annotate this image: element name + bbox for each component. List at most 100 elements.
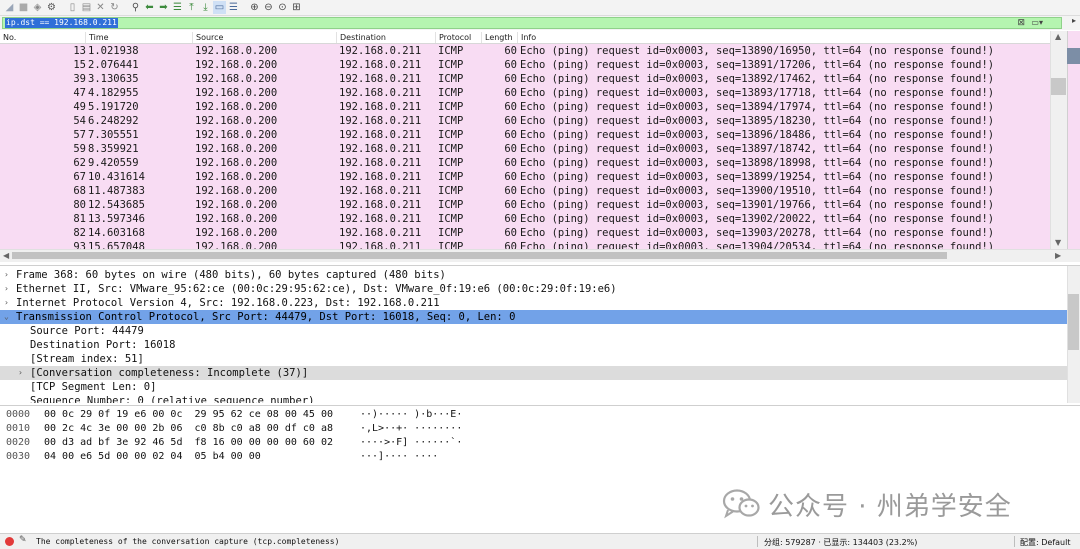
detail-tree-item[interactable]: › [Conversation completeness: Incomplete … (0, 366, 1067, 380)
resize-columns-icon[interactable]: ⊞ (290, 1, 303, 14)
detail-item-text: [TCP Segment Len: 0] (30, 381, 157, 393)
scroll-left-icon[interactable]: ◀ (3, 252, 9, 260)
column-header-protocol[interactable]: Protocol (436, 32, 482, 43)
edit-comment-icon[interactable]: ✎ (19, 535, 27, 545)
scroll-down-icon[interactable]: ▼ (1055, 239, 1061, 247)
packet-row[interactable]: 57 7.305551 192.168.0.200 192.168.0.211 ICMP… (0, 128, 1050, 142)
packet-list-scroll-thumb[interactable] (1051, 78, 1066, 95)
hex-row[interactable]: 0020 00 d3 ad bf 3e 92 46 5d f8 16 00 00 … (0, 436, 600, 450)
column-header-info[interactable]: Info (518, 32, 1050, 43)
packet-row[interactable]: 68 11.487383 192.168.0.200 192.168.0.211 ICM… (0, 184, 1050, 198)
packet-time: 7.305551 (88, 129, 139, 141)
detail-tree-item[interactable]: Source Port: 44479 (0, 324, 1067, 338)
packet-list-horizontal-scroll-thumb[interactable] (12, 252, 947, 259)
colorize-icon[interactable]: ☰ (227, 1, 240, 14)
last-packet-icon[interactable]: ⤓ (199, 1, 212, 14)
detail-tree-item[interactable]: [Stream index: 51] (0, 352, 1067, 366)
detail-tree-item[interactable]: › Internet Protocol Version 4, Src: 192.1… (0, 296, 1067, 310)
autoscroll-icon[interactable]: ▭ (213, 1, 226, 14)
packet-row[interactable]: 49 5.191720 192.168.0.200 192.168.0.211 ICMP… (0, 100, 1050, 114)
packet-time: 1.021938 (88, 45, 139, 57)
go-to-packet-icon[interactable]: ☰ (171, 1, 184, 14)
collapsed-arrow-icon[interactable]: › (18, 366, 28, 380)
packet-row[interactable]: 54 6.248292 192.168.0.200 192.168.0.211 ICMP… (0, 114, 1050, 128)
hex-row[interactable]: 0030 04 00 e6 5d 00 00 02 04 05 b4 00 00 ·… (0, 450, 600, 464)
shark-fin-icon[interactable]: ◢ (3, 1, 16, 14)
first-packet-icon[interactable]: ⤒ (185, 1, 198, 14)
packet-length: 60 (504, 199, 517, 211)
packet-length: 60 (504, 115, 517, 127)
expert-info-icon[interactable] (5, 537, 14, 546)
packet-row[interactable]: 13 1.021938 192.168.0.200 192.168.0.211 ICMP… (0, 44, 1050, 58)
minimap-viewport-marker[interactable] (1067, 48, 1080, 64)
detail-tree-item[interactable]: Sequence Number: 0 (relative sequence nu… (0, 394, 1067, 403)
expanded-arrow-icon[interactable]: ⌄ (4, 310, 14, 324)
packet-protocol: ICMP (438, 59, 464, 71)
stop-icon[interactable]: ■ (17, 1, 30, 14)
detail-tree-item[interactable]: ⌄ Transmission Control Protocol, Src Port… (0, 310, 1067, 324)
packet-time: 10.431614 (88, 171, 145, 183)
packet-protocol: ICMP (438, 45, 464, 57)
detail-tree-item[interactable]: › Frame 368: 60 bytes on wire (480 bits),… (0, 268, 1067, 282)
collapsed-arrow-icon[interactable]: › (4, 282, 14, 296)
go-forward-icon[interactable]: ➡ (157, 1, 170, 14)
save-icon[interactable]: ▤ (80, 1, 93, 14)
column-header-time[interactable]: Time (86, 32, 193, 43)
go-back-icon[interactable]: ⬅ (143, 1, 156, 14)
collapsed-arrow-icon[interactable]: › (4, 296, 14, 310)
hex-ascii: ···]···· ···· (360, 451, 439, 462)
packet-length: 60 (504, 45, 517, 57)
filter-history-dropdown-icon[interactable]: ▭▾ (1031, 18, 1043, 28)
apply-filter-arrow-icon[interactable]: ▸ (1072, 16, 1076, 26)
packet-row[interactable]: 67 10.431614 192.168.0.200 192.168.0.211 ICM… (0, 170, 1050, 184)
column-header-destination[interactable]: Destination (337, 32, 436, 43)
zoom-in-icon[interactable]: ⊕ (248, 1, 261, 14)
profile-selector[interactable]: 配置: Default (1020, 537, 1070, 548)
watermark-text: 公众号 · 州弟学安全 (768, 491, 1012, 522)
detail-tree-item[interactable]: [TCP Segment Len: 0] (0, 380, 1067, 394)
packet-info: Echo (ping) request id=0x0003, seq=13893… (520, 87, 995, 99)
packet-row[interactable]: 82 14.603168 192.168.0.200 192.168.0.211 ICM… (0, 226, 1050, 240)
wechat-logo-icon (722, 489, 760, 519)
packet-row[interactable]: 59 8.359921 192.168.0.200 192.168.0.211 ICMP… (0, 142, 1050, 156)
packet-time: 4.182955 (88, 87, 139, 99)
find-icon[interactable]: ⚲ (129, 1, 142, 14)
hex-row[interactable]: 0010 00 2c 4c 3e 00 00 2b 06 c0 8b c0 a8 … (0, 422, 600, 436)
packet-protocol: ICMP (438, 143, 464, 155)
packet-row[interactable]: 81 13.597346 192.168.0.200 192.168.0.211 ICM… (0, 212, 1050, 226)
scroll-up-icon[interactable]: ▲ (1055, 33, 1061, 41)
hex-offset: 0000 (6, 409, 31, 420)
clear-filter-icon[interactable]: ⊠ (1017, 18, 1025, 28)
open-file-icon[interactable]: ▯ (66, 1, 79, 14)
hex-row[interactable]: 0000 00 0c 29 0f 19 e6 00 0c 29 95 62 ce … (0, 408, 600, 422)
column-header-source[interactable]: Source (193, 32, 337, 43)
collapsed-arrow-icon[interactable]: › (4, 268, 14, 282)
column-header-no[interactable]: No. (0, 32, 86, 43)
hex-ascii: ··)····· )·b···E· (360, 409, 463, 420)
details-scroll-thumb[interactable] (1068, 294, 1079, 350)
display-filter-value[interactable]: ip.dst == 192.168.0.211 (5, 18, 118, 28)
packet-row[interactable]: 62 9.420559 192.168.0.200 192.168.0.211 ICMP… (0, 156, 1050, 170)
display-filter-input[interactable]: ip.dst == 192.168.0.211 ⊠ ▭▾ (2, 17, 1062, 29)
hex-ascii: ·,L>··+· ········ (360, 423, 463, 434)
zoom-out-icon[interactable]: ⊖ (262, 1, 275, 14)
packet-time: 8.359921 (88, 143, 139, 155)
zoom-reset-icon[interactable]: ⊙ (276, 1, 289, 14)
scroll-right-icon[interactable]: ▶ (1055, 252, 1061, 260)
packet-row[interactable]: 80 12.543685 192.168.0.200 192.168.0.211 ICM… (0, 198, 1050, 212)
packet-row[interactable]: 39 3.130635 192.168.0.200 192.168.0.211 ICMP… (0, 72, 1050, 86)
packet-row[interactable]: 93 15.657048 192.168.0.200 192.168.0.211 ICM… (0, 240, 1050, 249)
options-gear-icon[interactable]: ⚙ (45, 1, 58, 14)
packet-row[interactable]: 15 2.076441 192.168.0.200 192.168.0.211 ICMP… (0, 58, 1050, 72)
detail-tree-item[interactable]: Destination Port: 16018 (0, 338, 1067, 352)
packet-source: 192.168.0.200 (195, 199, 278, 211)
detail-tree-item[interactable]: › Ethernet II, Src: VMware_95:62:ce (00:0… (0, 282, 1067, 296)
column-header-length[interactable]: Length (482, 32, 518, 43)
packet-row[interactable]: 47 4.182955 192.168.0.200 192.168.0.211 ICMP… (0, 86, 1050, 100)
close-file-icon[interactable]: ✕ (94, 1, 107, 14)
packet-number: 93 (73, 241, 86, 249)
restart-icon[interactable]: ◈ (31, 1, 44, 14)
packet-list-vertical-scrollbar[interactable]: ▲ ▼ (1050, 31, 1067, 249)
status-message: The completeness of the conversation cap… (36, 537, 340, 546)
reload-icon[interactable]: ↻ (108, 1, 121, 14)
